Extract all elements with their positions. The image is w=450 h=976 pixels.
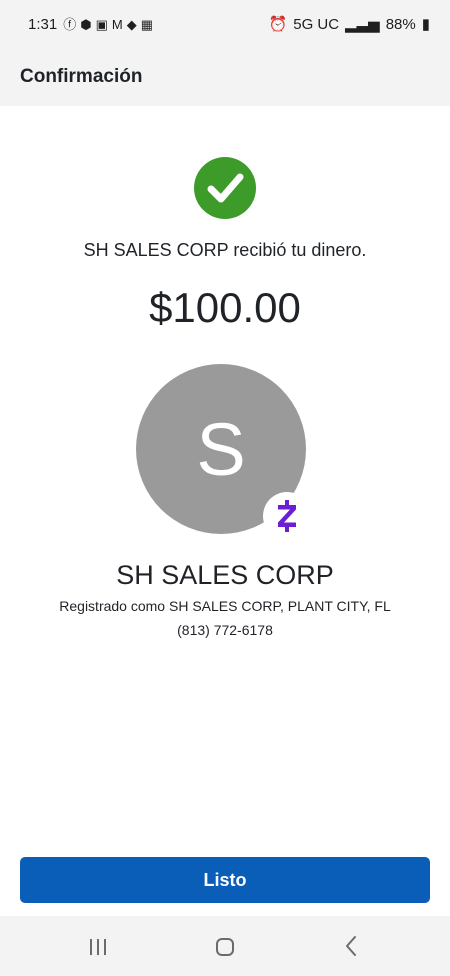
chase-icon: ⬢ [80, 16, 92, 32]
done-button[interactable]: Listo [20, 857, 430, 903]
notification-icons: ⓕ ⬢ ▣ M ◆ ▦ [63, 18, 153, 31]
status-bar-left: 1:31 ⓕ ⬢ ▣ M ◆ ▦ [28, 16, 153, 33]
recipient-phone: (813) 772-6178 [177, 622, 273, 638]
page-title: Confirmación [20, 66, 143, 87]
amount-sent: $100.00 [149, 284, 301, 331]
system-nav-bar [0, 916, 450, 976]
network-label: 5G UC [293, 15, 340, 33]
bag-icon: ◆ [126, 16, 137, 32]
home-icon[interactable] [215, 937, 235, 962]
recipient-name: SH SALES CORP [116, 560, 334, 590]
facebook-icon: ⓕ [63, 16, 77, 32]
recents-icon[interactable] [88, 937, 108, 962]
gmail-icon: M [111, 16, 123, 32]
zelle-icon [263, 492, 311, 540]
checkmark-icon [194, 157, 256, 219]
avatar-initial: S [196, 407, 246, 491]
signal-icon: ▂▃▅ [345, 16, 380, 33]
status-time: 1:31 [28, 15, 58, 33]
gallery-icon: ▦ [140, 16, 154, 32]
registration-info: Registrado como SH SALES CORP, PLANT CIT… [59, 598, 391, 614]
alarm-icon: ⏰ [268, 16, 288, 33]
status-bar-right: ⏰ 5G UC ▂▃▅ 88% ▮ [268, 15, 430, 34]
clipboard-icon: ▣ [95, 16, 108, 32]
battery-icon: ▮ [421, 16, 430, 33]
confirmation-message: SH SALES CORP recibió tu dinero. [83, 240, 367, 260]
status-bar: 1:31 ⓕ ⬢ ▣ M ◆ ▦ ⏰ 5G UC ▂▃▅ 88% ▮ [0, 0, 450, 48]
app-bar: Confirmación [0, 48, 450, 106]
back-icon[interactable] [343, 935, 359, 962]
battery-label: 88% [385, 15, 416, 33]
